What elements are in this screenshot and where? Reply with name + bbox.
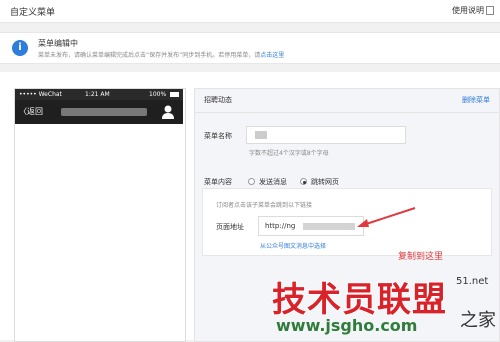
phone-status-bar: ••••• WeChat 1:21 AM 100% (15, 89, 183, 100)
status-battery: 100% (149, 91, 167, 98)
phone-preview (14, 88, 186, 342)
url-label: 页面地址 (216, 223, 244, 231)
annotation-arrow-icon (357, 207, 416, 227)
jump-webpage-label[interactable]: 跳转网页 (311, 177, 339, 187)
chevron-left-icon: 〈 (19, 107, 27, 116)
page-title: 自定义菜单 (10, 8, 56, 18)
watermark-url: www.jsgho.com (276, 316, 418, 335)
status-carrier: ••••• WeChat (19, 91, 62, 98)
url-value: http://ng (265, 222, 296, 230)
status-time: 1:21 AM (85, 91, 110, 98)
battery-icon (170, 92, 179, 97)
notice-banner: i 菜单编辑中 菜单未发布，请确认菜单编辑完成后点击“保存并发布”同步到手机。若… (0, 32, 500, 64)
help-link[interactable]: 使用说明 (452, 5, 484, 16)
notice-text: 菜单未发布，请确认菜单编辑完成后点击“保存并发布”同步到手机。若停用菜单，请点击… (38, 50, 284, 59)
top-bar: 自定义菜单 使用说明 (0, 0, 500, 23)
name-value-blurred (255, 131, 267, 139)
jump-webpage-radio[interactable] (300, 178, 307, 185)
url-input[interactable]: http://ng (258, 216, 364, 236)
notice-message: 菜单未发布，请确认菜单编辑完成后点击“保存并发布”同步到手机。若停用菜单，请 (38, 52, 261, 59)
back-button[interactable]: 〈返回 (19, 106, 43, 117)
phone-nav-bar: 〈返回 (15, 100, 183, 124)
name-hint: 字数不超过4个汉字或8个字母 (249, 150, 329, 157)
send-message-radio[interactable] (248, 178, 255, 185)
chat-title-blurred (61, 108, 147, 116)
watermark-logo: 技术员联盟 (271, 279, 447, 321)
help-icon[interactable] (486, 6, 494, 15)
annotation-text: 复制到这里 (398, 252, 444, 262)
watermark-side-b: 之家 (460, 310, 496, 331)
back-label: 返回 (27, 107, 43, 116)
url-value-blurred (303, 223, 355, 230)
info-icon: i (12, 40, 28, 56)
person-icon[interactable] (161, 104, 175, 120)
delete-menu-link[interactable]: 删除菜单 (462, 95, 490, 105)
jump-hint: 订阅者点击该子菜单会跳到以下链接 (216, 202, 313, 209)
notice-link[interactable]: 点击这里 (260, 52, 284, 59)
notice-title: 菜单编辑中 (38, 39, 78, 48)
send-message-label[interactable]: 发送消息 (259, 177, 287, 187)
content-label: 菜单内容 (204, 178, 232, 186)
editor-menu-name: 招聘动态 (204, 96, 232, 104)
editor-header: 招聘动态 删除菜单 (194, 88, 498, 113)
menu-name-input[interactable] (246, 126, 406, 144)
name-label: 菜单名称 (204, 132, 232, 140)
watermark-side-a: 51.net (456, 276, 489, 287)
select-from-articles-link[interactable]: 从公众号图文消息中选择 (260, 241, 326, 250)
